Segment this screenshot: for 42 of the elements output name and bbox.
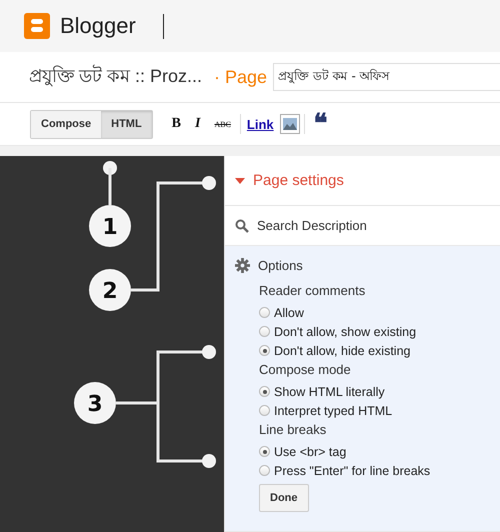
radio-button[interactable]: [259, 465, 270, 476]
strikethrough-button[interactable]: ABC: [209, 120, 236, 128]
editor-mode-tab[interactable]: Compose: [31, 110, 102, 138]
radio-label: Press "Enter" for line breaks: [274, 464, 430, 478]
radio-button[interactable]: [259, 446, 270, 457]
radio-label: Use <br> tag: [274, 444, 346, 458]
callout-badge: 1: [89, 205, 131, 247]
settings-section[interactable]: Options Reader comments Allow Don't allow, show existing Don't allow, hide existing Compose mode Show HTML literally Interpret typed HTML Line breaks Use <br> tag Press "Enter" for line breaks Done: [225, 246, 500, 532]
callout-connector: [103, 161, 117, 205]
radio-label: Don't allow, hide existing: [274, 344, 410, 358]
link-button[interactable]: Link: [244, 116, 276, 132]
page-settings-title[interactable]: Page settings: [253, 172, 344, 189]
page-label: · Page: [214, 66, 268, 88]
radio-label: Show HTML literally: [274, 384, 385, 398]
radio-label: Don't allow, show existing: [274, 324, 416, 338]
radio-button[interactable]: [259, 345, 270, 356]
radio-label: Interpret typed HTML: [274, 404, 392, 418]
callout-badge: 3: [74, 382, 116, 424]
search-icon: [235, 218, 249, 232]
page-title-field[interactable]: প্রযুক্তি ডট কম - অফিস: [273, 63, 500, 91]
radio-button[interactable]: [259, 386, 270, 397]
blog-title: প্রযুক্তি ডট কম :: Proz...: [29, 64, 202, 88]
italic-button[interactable]: I: [190, 116, 206, 132]
app-name: Blogger: [60, 13, 136, 39]
section-label: Search Description: [257, 218, 367, 233]
option-group-label: Reader comments: [259, 283, 366, 298]
radio-label: Allow: [274, 306, 304, 320]
section-label: Options: [258, 258, 303, 273]
callout-badge: 2: [89, 269, 131, 311]
editor-mode-tab[interactable]: HTML: [101, 110, 152, 138]
radio-button[interactable]: [259, 307, 270, 318]
quote-button[interactable]: ❝: [308, 111, 333, 137]
bold-button[interactable]: B: [166, 116, 186, 132]
image-icon[interactable]: [280, 114, 300, 134]
option-group-label: Line breaks: [259, 422, 326, 437]
option-group-label: Compose mode: [259, 362, 351, 377]
radio-button[interactable]: [259, 405, 270, 416]
expand-caret-icon[interactable]: [235, 178, 245, 184]
blogger-logo-icon: [24, 13, 50, 39]
radio-button[interactable]: [259, 326, 270, 337]
gear-icon: [235, 258, 250, 273]
done-button[interactable]: Done: [259, 484, 308, 512]
